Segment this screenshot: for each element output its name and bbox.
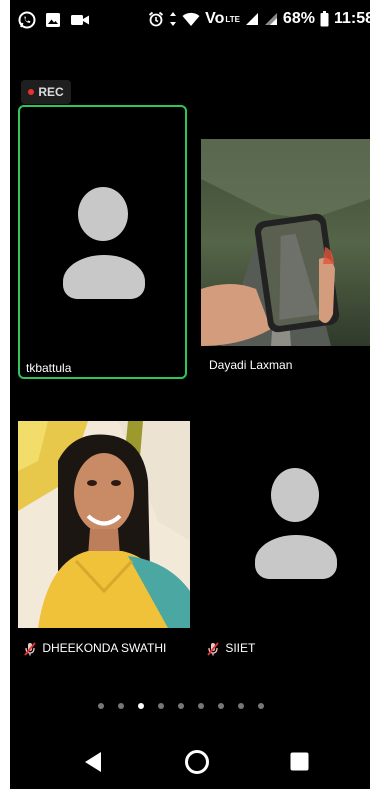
volte-label: Vo [205, 10, 225, 27]
alarm-icon [149, 11, 164, 27]
whatsapp-icon [18, 11, 36, 29]
recording-badge[interactable]: REC [21, 80, 71, 104]
lte-label: LTE [225, 14, 240, 24]
participant-video-feed [18, 421, 190, 628]
recording-dot-icon [28, 89, 35, 95]
gallery-icon [46, 13, 60, 27]
muted-mic-icon [24, 642, 36, 656]
participant-tile-tkbattula[interactable]: tkbattula [18, 105, 187, 379]
page-dot[interactable] [218, 703, 224, 709]
participant-video-feed [201, 139, 370, 346]
android-nav-bar [10, 739, 370, 789]
page-dot[interactable] [98, 703, 104, 709]
meeting-screen: Vo LTE 68% 11:58 REC tkbattula Dayadi La… [10, 0, 370, 789]
status-bar: Vo LTE 68% 11:58 [10, 0, 370, 40]
battery-icon [320, 11, 329, 27]
page-indicator[interactable] [98, 703, 264, 709]
home-icon[interactable] [184, 749, 210, 775]
page-dot[interactable] [258, 703, 264, 709]
participant-name-label: Dayadi Laxman [209, 358, 293, 372]
recording-label: REC [38, 85, 64, 99]
wifi-icon [182, 12, 200, 26]
status-right-icons: Vo LTE 68% 11:58 [148, 10, 370, 28]
page-dot-active[interactable] [138, 703, 144, 709]
page-dot[interactable] [118, 703, 124, 709]
signal-sim2-icon [264, 13, 277, 25]
page-dot[interactable] [158, 703, 164, 709]
page-dot[interactable] [238, 703, 244, 709]
back-icon[interactable] [84, 751, 102, 773]
clock-time: 11:58 [333, 10, 370, 27]
participant-tile-dheekonda-swathi[interactable] [18, 421, 190, 628]
avatar-head [271, 468, 319, 522]
participant-tile-dayadi-laxman[interactable]: Dayadi Laxman [201, 139, 370, 346]
page-dot[interactable] [198, 703, 204, 709]
avatar-body [255, 535, 337, 579]
recents-icon[interactable] [290, 752, 309, 771]
avatar-head [78, 187, 128, 241]
data-transfer-icon [170, 12, 177, 26]
status-left-icons [18, 11, 90, 29]
participant-tile-siiet[interactable] [201, 421, 370, 628]
participant-name: DHEEKONDA SWATHI [42, 641, 167, 655]
participant-name: tkbattula [26, 361, 72, 375]
avatar-body [63, 255, 145, 299]
muted-mic-icon [207, 642, 219, 656]
participant-name-row-siiet: SIIET [207, 641, 255, 656]
signal-sim1-icon [245, 13, 258, 25]
page-dot[interactable] [178, 703, 184, 709]
participant-name: SIIET [225, 641, 256, 655]
battery-percent: 68% [282, 10, 315, 27]
video-camera-icon [71, 15, 89, 25]
participant-name-row-swathi: DHEEKONDA SWATHI [24, 641, 166, 656]
